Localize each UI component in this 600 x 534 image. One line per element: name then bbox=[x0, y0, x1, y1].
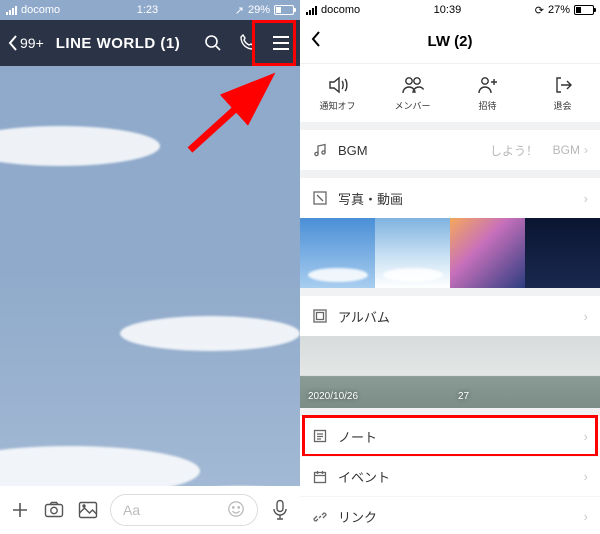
battery-icon bbox=[574, 5, 594, 15]
section-other: ノート › イベント › リンク › ファイル › bbox=[300, 416, 600, 534]
album-thumb[interactable]: 2020/10/26 bbox=[300, 336, 450, 408]
row-label: リンク bbox=[338, 507, 574, 526]
calendar-icon bbox=[312, 469, 328, 485]
section-album: アルバム › 2020/10/26 27 bbox=[300, 296, 600, 416]
signal-bars-icon bbox=[306, 6, 317, 15]
menu-icon[interactable] bbox=[270, 32, 292, 54]
unread-count: 99+ bbox=[20, 35, 44, 51]
row-label: アルバム bbox=[338, 307, 574, 326]
album-thumbnails[interactable]: 2020/10/26 27 bbox=[300, 336, 600, 408]
message-input[interactable]: Aa bbox=[110, 494, 258, 526]
row-label: イベント bbox=[338, 467, 574, 486]
gallery-icon[interactable] bbox=[76, 498, 100, 522]
battery-pct: 27% bbox=[548, 4, 570, 16]
call-icon[interactable] bbox=[236, 32, 258, 54]
settings-title: LW (2) bbox=[340, 33, 560, 50]
section-photos: 写真・動画 › bbox=[300, 178, 600, 296]
action-invite[interactable]: 招待 bbox=[450, 64, 525, 122]
row-label: BGM bbox=[338, 143, 480, 158]
chat-background bbox=[0, 66, 300, 486]
photo-thumb[interactable] bbox=[450, 218, 525, 288]
photo-thumb[interactable] bbox=[525, 218, 600, 288]
signal-bars-icon bbox=[6, 6, 17, 15]
music-icon bbox=[312, 142, 328, 158]
chat-header: 99+ LINE WORLD (1) bbox=[0, 20, 300, 66]
phone-left-chat: docomo 1:23 ↗ 29% 99+ LINE WORLD (1) bbox=[0, 0, 300, 534]
clock: 10:39 bbox=[360, 4, 535, 16]
action-row: 通知オフ メンバー 招待 退会 bbox=[300, 64, 600, 130]
photo-icon bbox=[312, 190, 328, 206]
album-icon bbox=[312, 308, 328, 324]
row-album[interactable]: アルバム › bbox=[300, 296, 600, 336]
action-mute[interactable]: 通知オフ bbox=[300, 64, 375, 122]
link-icon bbox=[312, 509, 328, 525]
carrier-label: docomo bbox=[321, 4, 360, 16]
action-members[interactable]: メンバー bbox=[375, 64, 450, 122]
carrier-label: docomo bbox=[21, 4, 60, 16]
emoji-icon[interactable] bbox=[227, 500, 245, 521]
row-event[interactable]: イベント › bbox=[300, 456, 600, 496]
row-bgm[interactable]: BGM しよう！ BGM› bbox=[300, 130, 600, 170]
album-thumb[interactable]: 27 bbox=[450, 336, 600, 408]
back-button[interactable]: 99+ bbox=[8, 35, 44, 51]
row-label: 写真・動画 bbox=[338, 189, 574, 208]
photo-thumb[interactable] bbox=[300, 218, 375, 288]
row-note[interactable]: ノート › bbox=[300, 416, 600, 456]
photo-thumb[interactable] bbox=[375, 218, 450, 288]
mic-icon[interactable] bbox=[268, 498, 292, 522]
location-icon: ↗ bbox=[235, 4, 244, 17]
message-placeholder: Aa bbox=[123, 502, 140, 518]
battery-pct: 29% bbox=[248, 4, 270, 16]
phone-right-settings: docomo 10:39 ⟳ 27% LW (2) 通知オフ メンバー 招待 bbox=[300, 0, 600, 534]
back-button[interactable] bbox=[310, 30, 340, 53]
action-leave[interactable]: 退会 bbox=[525, 64, 600, 122]
chat-title: LINE WORLD (1) bbox=[56, 35, 190, 52]
row-link[interactable]: リンク › bbox=[300, 496, 600, 534]
row-photos[interactable]: 写真・動画 › bbox=[300, 178, 600, 218]
message-input-bar: Aa bbox=[0, 486, 300, 534]
section-bgm: BGM しよう！ BGM› bbox=[300, 130, 600, 178]
settings-header: LW (2) bbox=[300, 20, 600, 64]
camera-icon[interactable] bbox=[42, 498, 66, 522]
photo-thumbnails[interactable] bbox=[300, 218, 600, 288]
battery-icon bbox=[274, 5, 294, 15]
status-bar-left: docomo 1:23 ↗ 29% bbox=[0, 0, 300, 20]
clock: 1:23 bbox=[60, 4, 235, 16]
search-icon[interactable] bbox=[202, 32, 224, 54]
note-icon bbox=[312, 428, 328, 444]
status-bar-right: docomo 10:39 ⟳ 27% bbox=[300, 0, 600, 20]
row-label: ノート bbox=[338, 427, 574, 446]
battery-sync-icon: ⟳ bbox=[535, 4, 544, 17]
plus-icon[interactable] bbox=[8, 498, 32, 522]
